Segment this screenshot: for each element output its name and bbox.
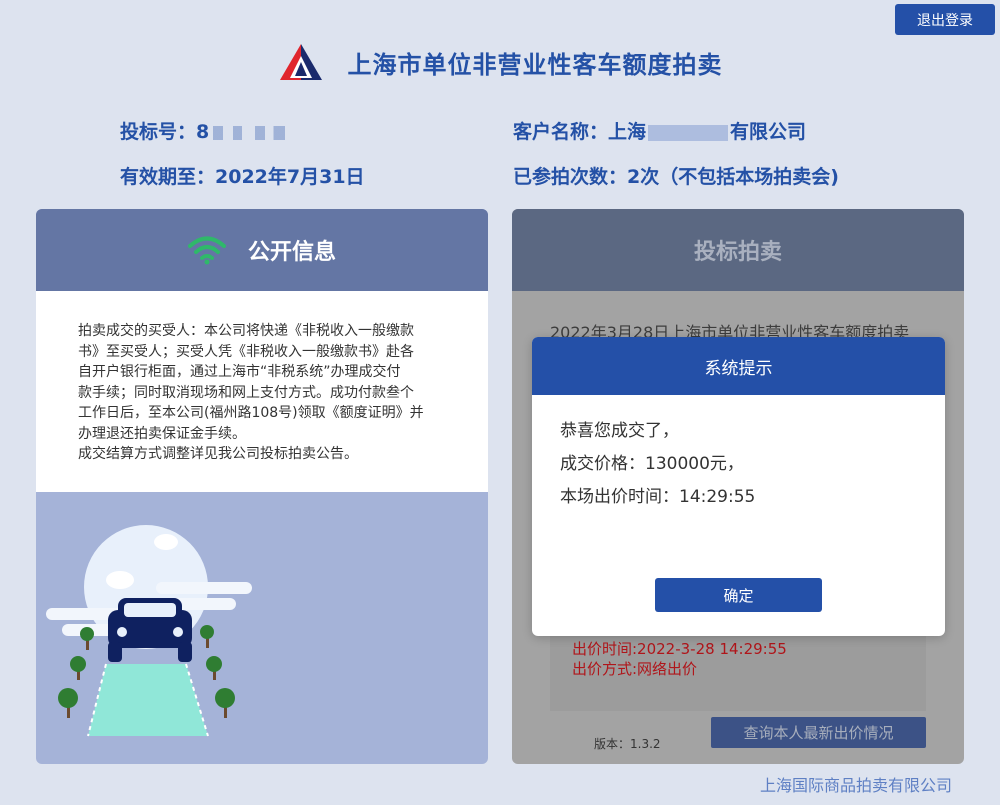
- notice-line: 工作日后，至本公司(福州路108号)领取《额度证明》并: [78, 405, 424, 421]
- customer-name-label: 客户名称：: [513, 121, 609, 143]
- notice-line: 拍卖成交的买受人：本公司将快递《非税收入一般缴款: [78, 323, 414, 339]
- logo-icon: [279, 44, 322, 80]
- bid-number: 投标号：8: [120, 117, 286, 144]
- confirm-button[interactable]: 确定: [655, 578, 822, 612]
- dialog-body: 恭喜您成交了， 成交价格：130000元， 本场出价时间：14:29:55: [532, 395, 945, 514]
- deal-bid-time: 本场出价时间：14:29:55: [560, 487, 756, 507]
- notice-line: 成交结算方式调整详见我公司投标拍卖公告。: [78, 446, 358, 462]
- bidding-title: 投标拍卖: [693, 240, 782, 265]
- bid-number-value: 8: [196, 121, 210, 143]
- system-alert-dialog: 系统提示 恭喜您成交了， 成交价格：130000元， 本场出价时间：14:29:…: [532, 337, 945, 636]
- deal-price: 成交价格：130000元，: [560, 454, 744, 474]
- query-latest-bid-button[interactable]: 查询本人最新出价情况: [711, 717, 926, 748]
- auction-count: 已参拍次数：2次（不包括本场拍卖会): [513, 162, 839, 189]
- logout-button[interactable]: 退出登录: [895, 4, 995, 35]
- notice-line: 款手续；同时取消现场和网上支付方式。成功付款叁个: [78, 384, 414, 401]
- wifi-icon: [187, 236, 226, 265]
- public-info-title: 公开信息: [247, 240, 336, 265]
- customer-name: 客户名称：上海 有限公司: [513, 117, 806, 144]
- bidding-header: 投标拍卖: [512, 209, 964, 291]
- dialog-title: 系统提示: [532, 337, 945, 395]
- public-info-panel: 公开信息 拍卖成交的买受人：本公司将快递《非税收入一般缴款 书》至买受人；买受人…: [36, 209, 488, 764]
- redacted-customer-name: [648, 124, 729, 141]
- notice-line: 办理退还拍卖保证金手续。: [78, 425, 246, 442]
- auction-count-value: 2次（不包括本场拍卖会): [627, 166, 839, 188]
- version-label: 版本：1.3.2: [594, 737, 661, 751]
- redacted-bid-number: [213, 125, 286, 140]
- customer-name-suffix: 有限公司: [730, 121, 807, 143]
- customer-name-value: 上海: [608, 121, 647, 143]
- valid-until: 有效期至：2022年7月31日: [120, 162, 365, 189]
- auction-count-label: 已参拍次数：: [513, 166, 628, 188]
- car-road-illustration: [46, 525, 252, 737]
- notice-line: 书》至买受人；买受人凭《非税收入一般缴款书》赴各: [78, 343, 414, 360]
- bid-time: 出价时间:2022-3-28 14:29:55: [572, 640, 787, 658]
- bid-number-label: 投标号：: [120, 121, 197, 143]
- notice-text: 拍卖成交的买受人：本公司将快递《非税收入一般缴款 书》至买受人；买受人凭《非税收…: [36, 291, 488, 492]
- public-info-header: 公开信息: [36, 209, 488, 291]
- footer-company: 上海国际商品拍卖有限公司: [760, 776, 953, 795]
- notice-line: 自开户银行柜面，通过上海市“非税系统”办理成交付: [78, 364, 401, 380]
- valid-until-value: 2022年7月31日: [215, 166, 365, 188]
- page-header: 上海市单位非营业性客车额度拍卖: [0, 34, 1000, 90]
- valid-until-label: 有效期至：: [120, 166, 216, 188]
- page-title: 上海市单位非营业性客车额度拍卖: [347, 50, 723, 79]
- deal-message: 恭喜您成交了，: [560, 421, 679, 441]
- bid-method: 出价方式:网络出价: [572, 660, 698, 678]
